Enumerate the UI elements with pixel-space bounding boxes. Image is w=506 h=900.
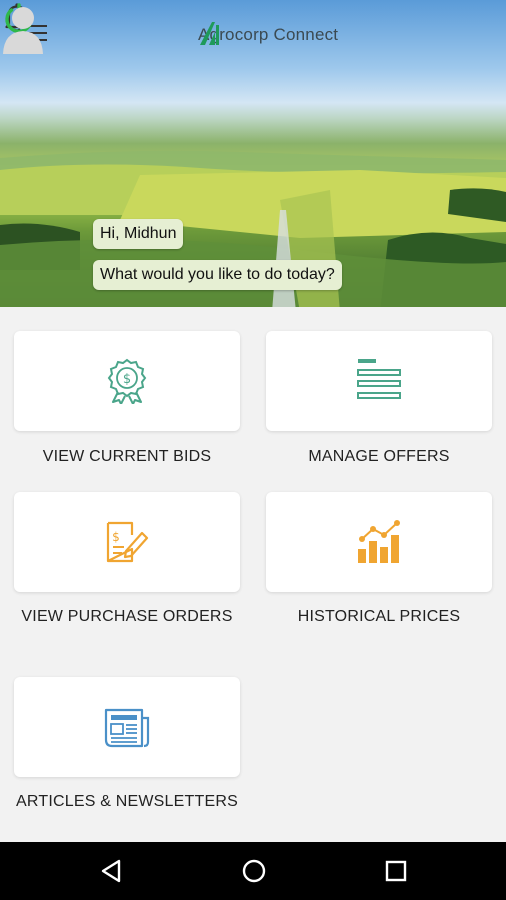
view-purchase-orders-label[interactable]: VIEW PURCHASE ORDERS — [14, 605, 240, 628]
historical-prices-label[interactable]: HISTORICAL PRICES — [266, 605, 492, 628]
action-grid: $ VIEW CURRENT BIDS MANAGE OFFERS $ VIEW… — [0, 307, 506, 842]
home-icon[interactable] — [239, 856, 269, 886]
recents-icon[interactable] — [381, 856, 411, 886]
prompt-bubble: What would you like to do today? — [93, 260, 342, 290]
articles-newsletters-tile[interactable] — [14, 677, 240, 777]
newspaper-icon — [104, 708, 150, 748]
hero-banner: Agrocorp Connect Hi, Midhun What would y… — [0, 0, 506, 312]
purchase-order-icon: $ — [106, 521, 149, 563]
bar-chart-icon — [358, 520, 400, 563]
manage-offers-label[interactable]: MANAGE OFFERS — [266, 445, 492, 468]
agrocorp-logo-icon — [200, 22, 219, 45]
bid-award-icon: $ — [107, 358, 147, 404]
user-avatar-icon — [3, 7, 43, 54]
top-bar: Agrocorp Connect — [0, 0, 506, 70]
manage-offers-tile[interactable] — [266, 331, 492, 431]
system-nav-bar — [0, 842, 506, 900]
svg-text:$: $ — [123, 372, 131, 387]
svg-text:$: $ — [112, 530, 120, 544]
back-icon[interactable] — [97, 856, 127, 886]
historical-prices-tile[interactable] — [266, 492, 492, 592]
view-current-bids-label[interactable]: VIEW CURRENT BIDS — [14, 445, 240, 468]
list-lines-icon — [357, 359, 401, 399]
view-current-bids-tile[interactable]: $ — [14, 331, 240, 431]
view-purchase-orders-tile[interactable]: $ — [14, 492, 240, 592]
greeting-bubble: Hi, Midhun — [93, 219, 184, 249]
articles-newsletters-label[interactable]: ARTICLES & NEWSLETTERS — [14, 790, 240, 813]
brand: Agrocorp Connect — [198, 20, 338, 50]
